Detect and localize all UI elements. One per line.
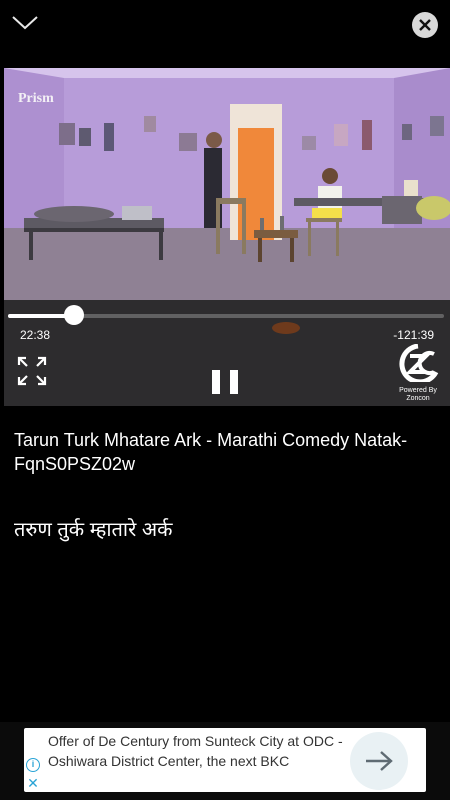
fullscreen-icon (17, 356, 47, 386)
seek-bar-thumb[interactable] (64, 305, 84, 325)
brand-caption-line1: Powered By (399, 387, 437, 394)
ad-text[interactable]: Offer of De Century from Sunteck City at… (48, 731, 348, 771)
elapsed-time: 22:38 (20, 328, 51, 342)
close-button[interactable] (412, 12, 438, 38)
player-controls: 22:38 -121:39 Powered By Zoncon (4, 300, 450, 406)
top-bar (0, 0, 450, 50)
video-frame[interactable]: Prism (4, 68, 450, 300)
brand-logo: Powered By Zoncon (388, 343, 448, 402)
chevron-down-icon (12, 16, 38, 30)
arrow-right-icon (366, 751, 393, 771)
video-scene (4, 68, 450, 300)
ad-banner[interactable]: Offer of De Century from Sunteck City at… (24, 728, 426, 792)
ad-info-icon[interactable]: i (26, 758, 40, 772)
zoncon-logo-icon (399, 343, 439, 385)
video-title-marathi: तरुण तुर्क म्हातारे अर्क (14, 519, 173, 541)
ad-close-icon[interactable]: ✕ (26, 776, 40, 790)
collapse-button[interactable] (10, 10, 40, 36)
pause-icon (212, 370, 220, 394)
close-icon (419, 19, 431, 31)
floor-spot (272, 322, 300, 334)
video-title: Tarun Turk Mhatare Ark - Marathi Comedy … (14, 430, 408, 474)
fullscreen-button[interactable] (16, 355, 48, 387)
pause-button[interactable] (212, 370, 238, 398)
brand-caption-line2: Zoncon (406, 395, 430, 402)
remaining-time: -121:39 (393, 328, 434, 342)
video-watermark: Prism (18, 91, 54, 106)
pause-icon (230, 370, 238, 394)
video-player[interactable]: Prism 22:38 -121:39 Powered By Zoncon (4, 68, 450, 406)
ad-area: Offer of De Century from Sunteck City at… (0, 722, 450, 800)
ad-cta-button[interactable] (350, 732, 408, 790)
